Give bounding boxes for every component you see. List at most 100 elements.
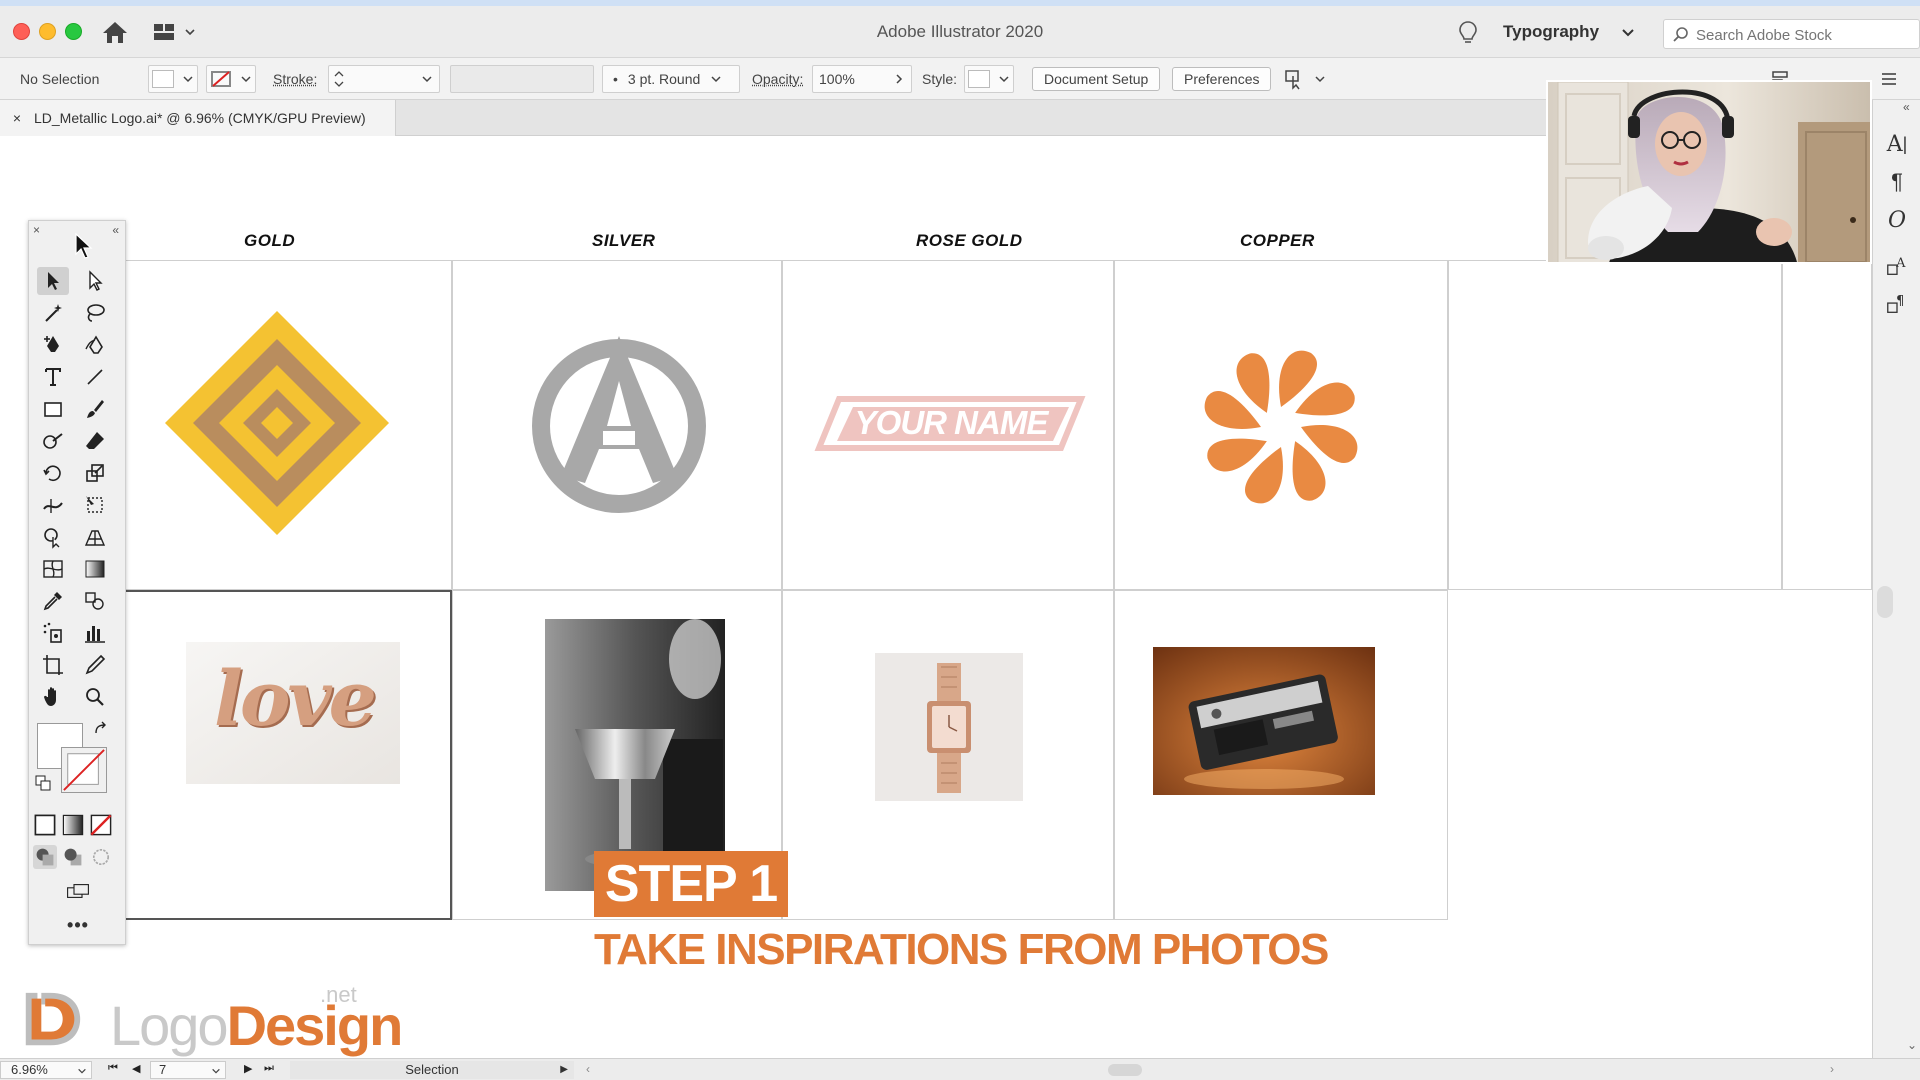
artboard-rose-gold-photo[interactable] (782, 590, 1114, 920)
zoom-level-field[interactable]: 6.96% (0, 1061, 92, 1079)
artboard-number-value: 7 (159, 1062, 167, 1077)
artboard-copper-logo[interactable] (1114, 260, 1448, 590)
scroll-down-icon[interactable]: ⌄ (1907, 1038, 1917, 1052)
selection-status: No Selection (20, 71, 100, 87)
curvature-tool-icon[interactable] (79, 331, 111, 359)
minimize-window-button[interactable] (39, 23, 56, 40)
artboard-tool-icon[interactable] (37, 651, 69, 679)
symbol-sprayer-tool-icon[interactable] (37, 619, 69, 647)
brush-definition-dropdown[interactable]: • 3 pt. Round (602, 65, 740, 93)
edit-toolbar-icon[interactable]: ••• (29, 915, 127, 936)
stroke-swatch[interactable] (61, 747, 107, 793)
eyedropper-tool-icon[interactable] (37, 587, 69, 615)
swap-fill-stroke-icon[interactable] (93, 721, 109, 737)
none-mode-icon[interactable] (89, 813, 113, 837)
document-setup-button[interactable]: Document Setup (1032, 67, 1161, 91)
select-similar-icon[interactable] (1284, 65, 1330, 93)
svg-text:¶: ¶ (1896, 294, 1904, 309)
shaper-tool-icon[interactable] (37, 427, 69, 455)
artboard-gold-logo[interactable] (124, 260, 452, 590)
first-artboard-icon[interactable]: ⏮ (108, 1062, 118, 1075)
document-tab-label: LD_Metallic Logo.ai* @ 6.96% (CMYK/GPU P… (34, 110, 366, 126)
shape-builder-tool-icon[interactable] (37, 523, 69, 551)
stroke-color-dropdown[interactable] (206, 65, 256, 93)
document-tab[interactable]: × LD_Metallic Logo.ai* @ 6.96% (CMYK/GPU… (0, 100, 396, 136)
column-graph-tool-icon[interactable] (79, 619, 111, 647)
lasso-tool-icon[interactable] (79, 299, 111, 327)
column-heading-rose-gold: ROSE GOLD (916, 231, 1023, 250)
vertical-scrollbar-thumb[interactable] (1877, 586, 1893, 618)
hand-tool-icon[interactable] (37, 683, 69, 711)
logodesign-watermark: LogoDesign .net (18, 982, 403, 1057)
artboard-silver-logo[interactable] (452, 260, 782, 590)
pen-tool-icon[interactable] (37, 331, 69, 359)
previous-artboard-icon[interactable]: ◀ (132, 1062, 140, 1075)
artboard-copper-photo[interactable] (1114, 590, 1448, 920)
scale-tool-icon[interactable] (79, 459, 111, 487)
gradient-mode-icon[interactable] (61, 813, 85, 837)
paragraph-styles-icon[interactable]: ¶ (1883, 290, 1911, 318)
canvas[interactable]: GOLD SILVER ROSE GOLD COPPER YOUR NAME l… (0, 137, 1872, 1057)
draw-inside-icon[interactable] (89, 845, 113, 869)
artboard-number-field[interactable]: 7 (150, 1061, 226, 1079)
stroke-weight-field[interactable] (328, 65, 440, 93)
workspace-switcher[interactable]: Typography (1503, 22, 1599, 42)
character-icon[interactable]: A | (1883, 130, 1911, 158)
paragraph-icon[interactable]: ¶ (1883, 168, 1911, 196)
slice-tool-icon[interactable] (79, 651, 111, 679)
direct-selection-tool-icon[interactable] (79, 267, 111, 295)
style-label: Style: (922, 71, 958, 87)
horizontal-scrollbar-thumb[interactable] (1108, 1064, 1142, 1076)
opacity-label[interactable]: Opacity: (752, 65, 803, 93)
status-tool-display[interactable]: Selection ▶ (290, 1061, 574, 1079)
color-mode-icon[interactable] (33, 813, 57, 837)
draw-normal-icon[interactable] (33, 845, 57, 869)
change-screen-mode-icon[interactable] (61, 879, 95, 903)
stock-search-input[interactable] (1696, 25, 1911, 45)
zoom-window-button[interactable] (65, 23, 82, 40)
last-artboard-icon[interactable]: ⏭ (264, 1062, 274, 1075)
line-segment-tool-icon[interactable] (79, 363, 111, 391)
expand-panels-icon[interactable]: « (1903, 100, 1910, 114)
eraser-tool-icon[interactable] (79, 427, 111, 455)
close-window-button[interactable] (13, 23, 30, 40)
next-artboard-icon[interactable]: ▶ (244, 1062, 252, 1075)
arrange-documents-button[interactable] (152, 22, 200, 42)
rectangle-tool-icon[interactable] (37, 395, 69, 423)
panel-menu-icon[interactable] (1880, 65, 1906, 93)
default-fill-stroke-icon[interactable] (35, 775, 51, 791)
rotate-tool-icon[interactable] (37, 459, 69, 487)
preferences-button[interactable]: Preferences (1172, 67, 1272, 91)
artboard-empty-1[interactable] (1448, 260, 1782, 590)
variable-width-profile[interactable] (450, 65, 594, 93)
stroke-label[interactable]: Stroke: (273, 65, 317, 93)
width-tool-icon[interactable] (37, 491, 69, 519)
artboard-love-photo[interactable]: love (124, 590, 452, 920)
scroll-right-icon[interactable]: › (1830, 1062, 1834, 1076)
artboard-rose-gold-logo[interactable]: YOUR NAME (782, 260, 1114, 590)
collapse-panel-icon[interactable]: « (112, 223, 119, 237)
zoom-tool-icon[interactable] (79, 683, 111, 711)
close-panel-icon[interactable]: × (33, 223, 40, 237)
close-tab-button[interactable]: × (0, 110, 34, 126)
artboard-empty-2[interactable] (1782, 260, 1872, 590)
home-icon[interactable] (101, 20, 129, 44)
blend-tool-icon[interactable] (79, 587, 111, 615)
style-dropdown[interactable] (964, 65, 1014, 93)
magic-wand-tool-icon[interactable] (37, 299, 69, 327)
fill-color-dropdown[interactable] (148, 65, 198, 93)
draw-behind-icon[interactable] (61, 845, 85, 869)
lightbulb-icon[interactable] (1458, 20, 1478, 46)
opacity-field[interactable]: 100% (812, 65, 912, 93)
opentype-icon[interactable]: O (1883, 206, 1911, 234)
chevron-down-icon[interactable] (1620, 24, 1636, 40)
scroll-left-icon[interactable]: ‹ (586, 1062, 590, 1076)
mesh-tool-icon[interactable] (37, 555, 69, 583)
free-transform-tool-icon[interactable] (79, 491, 111, 519)
gradient-tool-icon[interactable] (79, 555, 111, 583)
type-tool-icon[interactable] (37, 363, 69, 391)
perspective-grid-tool-icon[interactable] (79, 523, 111, 551)
selection-tool-icon[interactable] (37, 267, 69, 295)
character-styles-icon[interactable]: A (1883, 252, 1911, 280)
paintbrush-tool-icon[interactable] (79, 395, 111, 423)
